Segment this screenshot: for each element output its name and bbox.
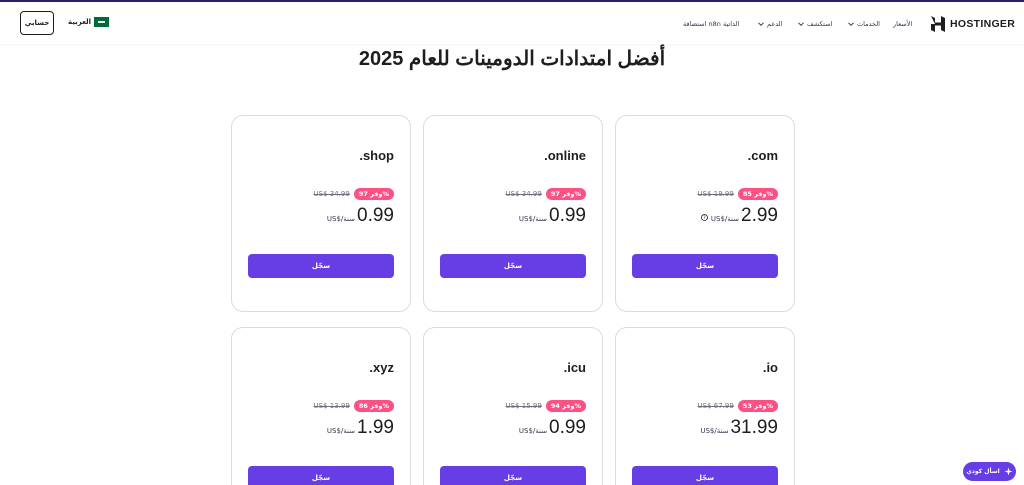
chevron-down-icon xyxy=(847,20,855,28)
domain-card: .online US$ 34.99 وفر 97% US$/سنة 0.99 س… xyxy=(423,115,603,312)
nav-item-n8n[interactable]: استضافة n8n الذاتية xyxy=(683,18,739,30)
price-unit: US$/سنة xyxy=(700,427,729,435)
account-button[interactable]: حسابي xyxy=(20,11,54,35)
language-selector[interactable]: العربية xyxy=(68,17,110,27)
saudi-flag-icon xyxy=(94,17,110,27)
chevron-down-icon xyxy=(797,20,805,28)
price-unit: US$/سنة xyxy=(326,215,356,223)
nav-item-support[interactable]: الدعم xyxy=(757,18,782,30)
tld-name: .online xyxy=(544,148,586,163)
nav-support-label: الدعم xyxy=(767,20,783,28)
price-unit: US$/سنة xyxy=(518,427,548,435)
register-button[interactable]: سجّل xyxy=(440,254,586,278)
discount-badge: وفر 85% xyxy=(737,188,778,200)
price: 31.99 xyxy=(730,417,778,438)
page-title: أفضل امتدادات الدومينات للعام 2025 xyxy=(358,48,666,70)
tld-name: .shop xyxy=(359,148,394,163)
nav-explore-label: استكشف xyxy=(807,20,833,28)
domain-card: .com US$ 19.99 وفر 85% ? US$/سنة 2.99 سج… xyxy=(615,115,795,312)
nav-services-label: الخدمات xyxy=(857,20,880,28)
discount-badge: وفر 97% xyxy=(545,188,586,200)
brand-name: HOSTINGER xyxy=(950,18,1016,30)
site-header: حسابي العربية استضافة n8n الذاتية الدعم … xyxy=(0,2,1024,44)
language-label: العربية xyxy=(68,18,92,26)
info-icon[interactable]: ? xyxy=(700,206,708,221)
register-button[interactable]: سجّل xyxy=(632,466,778,485)
old-price: US$ 19.99 xyxy=(697,190,734,198)
ask-kodee-chat-button[interactable]: اسأل كودي xyxy=(963,462,1016,481)
tld-name: .com xyxy=(747,148,778,163)
discount-badge: وفر 94% xyxy=(545,400,586,412)
discount-badge: وفر 97% xyxy=(353,188,394,200)
nav-item-explore[interactable]: استكشف xyxy=(797,18,832,30)
chevron-down-icon xyxy=(757,20,765,28)
nav-pricing-label: الأسعار xyxy=(893,20,913,28)
price-unit: US$/سنة xyxy=(518,215,548,223)
old-price: US$ 34.99 xyxy=(505,190,542,198)
register-button[interactable]: سجّل xyxy=(248,466,394,485)
register-button[interactable]: سجّل xyxy=(632,254,778,278)
price: 2.99 xyxy=(741,205,778,226)
discount-badge: وفر 53% xyxy=(737,400,778,412)
domain-card: .shop US$ 34.99 وفر 97% US$/سنة 0.99 سجّ… xyxy=(231,115,411,312)
price-unit: US$/سنة xyxy=(710,215,740,223)
sparkle-icon xyxy=(1004,467,1013,476)
old-price: US$ 34.99 xyxy=(313,190,350,198)
tld-name: .io xyxy=(762,360,778,375)
price: 0.99 xyxy=(549,205,586,226)
chat-label: اسأل كودي xyxy=(966,468,1000,475)
domain-card: .xyz US$ 13.99 وفر 86% US$/سنة 1.99 سجّل xyxy=(231,327,411,485)
hostinger-logo-icon xyxy=(931,16,945,32)
old-price: US$ 67.99 xyxy=(697,402,734,410)
domain-card: .io US$ 67.99 وفر 53% US$/سنة 31.99 سجّل xyxy=(615,327,795,485)
tld-name: .icu xyxy=(563,360,586,375)
tld-name: .xyz xyxy=(369,360,394,375)
nav-item-services[interactable]: الخدمات xyxy=(847,18,880,30)
register-button[interactable]: سجّل xyxy=(440,466,586,485)
register-button[interactable]: سجّل xyxy=(248,254,394,278)
price: 0.99 xyxy=(357,205,394,226)
discount-badge: وفر 86% xyxy=(353,400,394,412)
price-unit: US$/سنة xyxy=(326,427,356,435)
old-price: US$ 13.99 xyxy=(313,402,350,410)
old-price: US$ 15.99 xyxy=(505,402,542,410)
nav-n8n-label: استضافة n8n الذاتية xyxy=(683,20,740,28)
nav-item-pricing[interactable]: الأسعار xyxy=(893,18,912,30)
domain-card: .icu US$ 15.99 وفر 94% US$/سنة 0.99 سجّل xyxy=(423,327,603,485)
brand-logo[interactable]: HOSTINGER xyxy=(931,16,1015,32)
price: 1.99 xyxy=(357,417,394,438)
price: 0.99 xyxy=(549,417,586,438)
